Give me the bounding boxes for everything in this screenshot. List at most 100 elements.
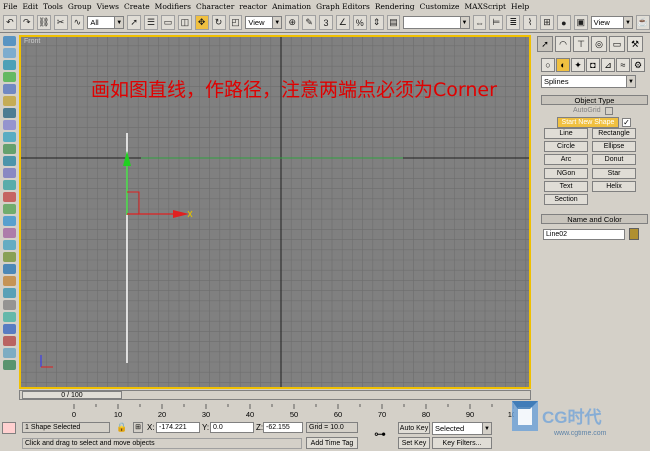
toolstrip-tool-icon[interactable] bbox=[2, 276, 16, 286]
toolstrip-tool-icon[interactable] bbox=[2, 84, 16, 94]
menu-character[interactable]: Character bbox=[196, 2, 234, 11]
toolstrip-tool-icon[interactable] bbox=[2, 252, 16, 262]
gizmo-x-arrow-icon[interactable] bbox=[173, 210, 189, 218]
gizmo-plane-handle[interactable] bbox=[127, 191, 140, 214]
display-tab-icon[interactable]: ▭ bbox=[609, 36, 625, 52]
object-color-swatch[interactable] bbox=[629, 228, 639, 240]
toolstrip-tool-icon[interactable] bbox=[2, 336, 16, 346]
y-coordinate-input[interactable]: 0.0 bbox=[210, 422, 254, 433]
menu-customize[interactable]: Customize bbox=[420, 2, 460, 11]
donut-button[interactable]: Donut bbox=[592, 154, 636, 166]
object-type-rollout-header[interactable]: Object Type bbox=[541, 95, 648, 105]
front-viewport[interactable]: Front 画如图直线，作路径，注意两端点必须为Corner bbox=[19, 35, 531, 389]
angle-snap-icon[interactable]: ∠ bbox=[335, 15, 350, 30]
toolstrip-tool-icon[interactable] bbox=[2, 108, 16, 118]
toolstrip-tool-icon[interactable] bbox=[2, 96, 16, 106]
toolstrip-tool-icon[interactable] bbox=[2, 60, 16, 70]
link-icon[interactable]: ⛓ bbox=[36, 15, 51, 30]
arc-button[interactable]: Arc bbox=[544, 154, 588, 166]
curve-editor-icon[interactable]: ⌇ bbox=[523, 15, 538, 30]
toolstrip-tool-icon[interactable] bbox=[2, 180, 16, 190]
time-slider[interactable]: 0 / 100 bbox=[19, 390, 531, 400]
named-selection-dropdown[interactable]: ▼ bbox=[403, 16, 470, 29]
toolstrip-tool-icon[interactable] bbox=[2, 288, 16, 298]
geometry-icon[interactable]: ○ bbox=[541, 58, 555, 72]
toolstrip-tool-icon[interactable] bbox=[2, 204, 16, 214]
schematic-view-icon[interactable]: ⊞ bbox=[540, 15, 554, 30]
space-warps-icon[interactable]: ≈ bbox=[616, 58, 630, 72]
bind-space-warp-icon[interactable]: ∿ bbox=[70, 15, 85, 30]
redo-button[interactable]: ↷ bbox=[19, 15, 34, 30]
add-time-tag-button[interactable]: Add Time Tag bbox=[306, 437, 358, 449]
z-coordinate-input[interactable]: -62.155 bbox=[263, 422, 303, 433]
window-crossing-icon[interactable]: ◫ bbox=[177, 15, 192, 30]
menu-edit[interactable]: Edit bbox=[22, 2, 38, 11]
menu-tools[interactable]: Tools bbox=[43, 2, 63, 11]
shapes-icon[interactable]: ◐ bbox=[556, 58, 570, 72]
menu-rendering[interactable]: Rendering bbox=[375, 2, 415, 11]
undo-button[interactable]: ↶ bbox=[3, 15, 17, 30]
toolstrip-tool-icon[interactable] bbox=[2, 240, 16, 250]
menu-reactor[interactable]: reactor bbox=[239, 2, 267, 11]
auto-key-button[interactable]: Auto Key bbox=[398, 422, 430, 434]
selection-filter-dropdown[interactable]: All ▼ bbox=[87, 16, 125, 29]
toolstrip-tool-icon[interactable] bbox=[2, 228, 16, 238]
autogrid-checkbox[interactable] bbox=[605, 107, 613, 115]
hierarchy-tab-icon[interactable]: ⊤ bbox=[573, 36, 589, 52]
toolstrip-tool-icon[interactable] bbox=[2, 48, 16, 58]
key-filters-button[interactable]: Key Filters... bbox=[432, 437, 492, 449]
ellipse-button[interactable]: Ellipse bbox=[592, 141, 636, 153]
percent-snap-icon[interactable]: % bbox=[352, 15, 367, 30]
helpers-icon[interactable]: ⊿ bbox=[601, 58, 615, 72]
section-button[interactable]: Section bbox=[544, 194, 588, 205]
toolstrip-tool-icon[interactable] bbox=[2, 156, 16, 166]
toolstrip-tool-icon[interactable] bbox=[2, 36, 16, 46]
quick-render-icon[interactable]: ☕ bbox=[636, 15, 650, 30]
menu-animation[interactable]: Animation bbox=[272, 2, 311, 11]
material-editor-icon[interactable]: ● bbox=[556, 15, 571, 30]
category-dropdown[interactable]: Splines ▼ bbox=[541, 75, 636, 88]
menu-group[interactable]: Group bbox=[68, 2, 92, 11]
toolstrip-tool-icon[interactable] bbox=[2, 216, 16, 226]
absolute-mode-icon[interactable]: ⊞ bbox=[133, 422, 143, 433]
circle-button[interactable]: Circle bbox=[544, 141, 588, 153]
key-icon[interactable]: ⊶ bbox=[374, 427, 386, 441]
lights-icon[interactable]: ✦ bbox=[571, 58, 585, 72]
name-color-rollout-header[interactable]: Name and Color bbox=[541, 214, 648, 224]
object-name-input[interactable]: Line02 bbox=[543, 229, 625, 240]
toolstrip-tool-icon[interactable] bbox=[2, 300, 16, 310]
line-button[interactable]: Line bbox=[544, 128, 588, 139]
text-button[interactable]: Text bbox=[544, 180, 588, 192]
selection-lock-icon[interactable]: 🔒 bbox=[116, 422, 127, 433]
mirror-icon[interactable]: ⇔ bbox=[472, 15, 487, 30]
render-scene-icon[interactable]: ▣ bbox=[573, 15, 588, 30]
unlink-icon[interactable]: ✂ bbox=[53, 15, 68, 30]
toolstrip-tool-icon[interactable] bbox=[2, 168, 16, 178]
modify-tab-icon[interactable]: ◠ bbox=[555, 36, 571, 52]
start-new-shape-button[interactable]: Start New Shape bbox=[557, 117, 619, 128]
toolstrip-tool-icon[interactable] bbox=[2, 264, 16, 274]
start-new-shape-checkbox[interactable]: ✓ bbox=[622, 118, 631, 127]
select-and-move-icon[interactable]: ✥ bbox=[194, 15, 209, 30]
toolstrip-tool-icon[interactable] bbox=[2, 312, 16, 322]
toolstrip-tool-icon[interactable] bbox=[2, 324, 16, 334]
manipulate-icon[interactable]: ✎ bbox=[302, 15, 317, 30]
toolstrip-tool-icon[interactable] bbox=[2, 72, 16, 82]
menu-help[interactable]: Help bbox=[511, 2, 529, 11]
viewport-label[interactable]: Front bbox=[24, 38, 40, 45]
time-slider-thumb[interactable]: 0 / 100 bbox=[22, 391, 122, 399]
star-button[interactable]: Star bbox=[592, 167, 636, 179]
toolstrip-tool-icon[interactable] bbox=[2, 192, 16, 202]
snap-toggle-icon[interactable]: 3 bbox=[319, 15, 333, 30]
select-by-name-icon[interactable]: ☰ bbox=[144, 15, 159, 30]
menu-maxscript[interactable]: MAXScript bbox=[464, 2, 506, 11]
menu-create[interactable]: Create bbox=[124, 2, 150, 11]
pivot-center-icon[interactable]: ⊕ bbox=[285, 15, 300, 30]
menu-views[interactable]: Views bbox=[97, 2, 119, 11]
spinner-snap-icon[interactable]: ⇕ bbox=[369, 15, 384, 30]
ngon-button[interactable]: NGon bbox=[544, 167, 588, 179]
key-mode-dropdown[interactable]: Selected ▼ bbox=[432, 422, 492, 435]
systems-icon[interactable]: ⚙ bbox=[631, 58, 645, 72]
align-icon[interactable]: ⊨ bbox=[489, 15, 504, 30]
select-and-rotate-icon[interactable]: ↻ bbox=[211, 15, 226, 30]
